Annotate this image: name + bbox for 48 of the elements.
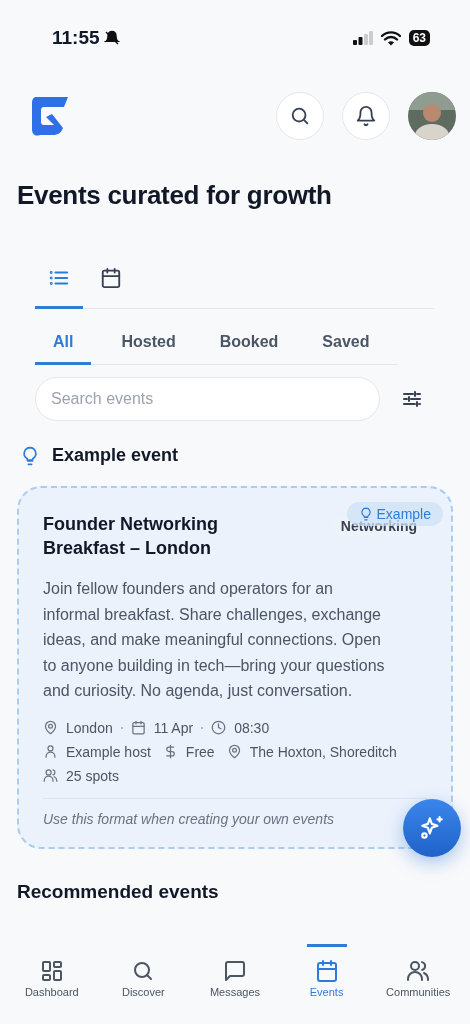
people-icon: [43, 768, 58, 783]
location-pin-icon: [43, 720, 58, 735]
avatar[interactable]: [408, 92, 456, 140]
calendar-icon: [314, 959, 339, 983]
event-detail: Example host: [66, 743, 151, 760]
notifications-button[interactable]: [342, 92, 390, 140]
nav-tab[interactable]: Events: [306, 944, 347, 1024]
lightbulb-icon: [20, 445, 40, 466]
section-heading: Recommended events: [17, 880, 219, 903]
nav-tab[interactable]: Discover: [100, 944, 187, 1024]
filter-tab[interactable]: Saved: [308, 329, 384, 365]
wifi-icon: [380, 30, 401, 46]
nav-tab[interactable]: Dashboard: [8, 944, 95, 1024]
filter-tab[interactable]: Hosted: [107, 329, 190, 365]
signal-icon: [352, 31, 373, 45]
event-title: Founder Networking Breakfast – London: [43, 513, 219, 560]
search-button[interactable]: [276, 92, 324, 140]
person-icon: [43, 744, 58, 759]
page-title: Events curated for growth: [17, 180, 333, 211]
event-detail: 25 spots: [66, 767, 119, 784]
calendar-icon: [100, 267, 122, 289]
calendar-icon: [130, 720, 146, 735]
chat-bubble-icon: [223, 959, 247, 983]
event-description: Join fellow founders and operators for an informal breakfast. Share challenges, exchange ideas, and make meaningful connections. Open to anyone building in tech—bring your questions and curiosity. No agenda, just conversation.: [43, 579, 386, 701]
people-icon: [406, 959, 431, 983]
event-card[interactable]: [17, 486, 453, 849]
filter-tab[interactable]: All: [35, 329, 92, 365]
footer-note: Use this format when creating your own events: [43, 810, 336, 827]
nav-tab[interactable]: Messages: [192, 944, 278, 1024]
location-pin-icon: [226, 744, 242, 759]
event-detail: 11 Apr: [153, 719, 194, 736]
app-logo[interactable]: [30, 95, 70, 137]
clock-icon: [211, 720, 227, 735]
search-field[interactable]: Search events: [35, 377, 380, 421]
clock-time: 11:55: [52, 27, 100, 49]
search-icon: [289, 105, 311, 127]
sparkle-icon: [419, 814, 445, 841]
battery-level: 63: [408, 30, 430, 46]
grid-icon: [39, 959, 64, 983]
filter-tab[interactable]: Booked: [205, 329, 293, 365]
nav-tab[interactable]: Communities: [375, 944, 462, 1024]
event-detail: London: [66, 719, 113, 736]
section-heading: Example event: [52, 445, 179, 466]
event-detail: The Hoxton, Shoreditch: [249, 743, 397, 760]
event-detail: Free: [185, 743, 215, 760]
lightbulb-icon: [358, 507, 373, 521]
bell-icon: [355, 105, 377, 127]
event-detail: 08:30: [234, 719, 270, 736]
